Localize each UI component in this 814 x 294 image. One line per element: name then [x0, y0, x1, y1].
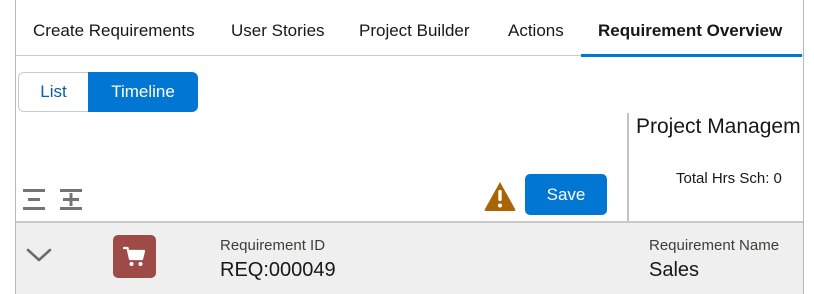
view-toggle: List Timeline	[18, 72, 198, 112]
app-frame: Create Requirements User Stories Project…	[15, 0, 804, 294]
expand-all-icon[interactable]	[57, 188, 85, 212]
requirement-name-value: Sales	[649, 259, 700, 281]
save-button[interactable]: Save	[525, 174, 607, 215]
cart-icon	[123, 246, 146, 266]
requirement-type-tile	[113, 235, 156, 278]
requirement-name-label: Requirement Name	[649, 237, 780, 254]
project-management-title: Project Managem	[636, 115, 801, 138]
tab-user-stories[interactable]: User Stories	[231, 0, 325, 56]
requirement-id-value: REQ:000049	[220, 259, 336, 281]
panel-divider	[627, 113, 629, 222]
tab-create-requirements[interactable]: Create Requirements	[33, 0, 195, 56]
tab-requirement-overview[interactable]: Requirement Overview	[580, 0, 803, 57]
chevron-down-icon[interactable]	[26, 245, 52, 265]
tab-bar: Create Requirements User Stories Project…	[16, 0, 803, 57]
timeline-view-button[interactable]: Timeline	[88, 72, 198, 112]
collapse-all-icon[interactable]	[20, 188, 48, 212]
tab-project-builder[interactable]: Project Builder	[359, 0, 470, 56]
list-view-button[interactable]: List	[18, 72, 88, 112]
warning-icon[interactable]	[483, 180, 517, 212]
requirement-row[interactable]: Requirement ID REQ:000049 Requirement Na…	[16, 223, 803, 294]
requirement-id-label: Requirement ID	[220, 237, 326, 254]
tab-actions[interactable]: Actions	[508, 0, 564, 56]
total-hours-scheduled: Total Hrs Sch: 0	[676, 170, 782, 187]
